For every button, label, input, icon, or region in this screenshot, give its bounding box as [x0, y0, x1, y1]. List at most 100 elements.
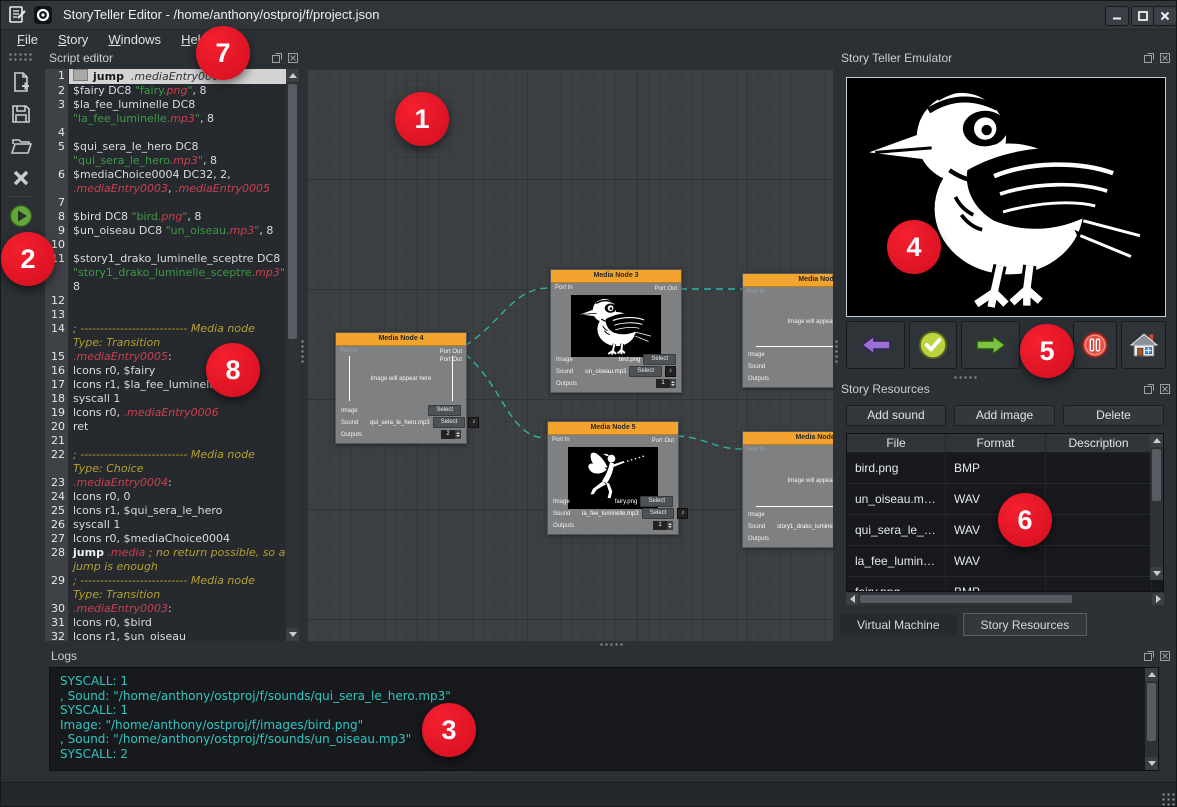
close-button[interactable] [1153, 6, 1177, 26]
port-in-label[interactable]: Port In [555, 285, 573, 291]
script-line[interactable]: 12 [45, 294, 286, 308]
scrollbar-thumb[interactable] [1147, 683, 1156, 741]
scroll-down-button[interactable] [286, 628, 299, 641]
scrollbar-thumb[interactable] [860, 595, 1072, 603]
spinner-arrows[interactable] [455, 430, 461, 439]
select-image-button[interactable]: Select [428, 405, 461, 416]
script-line[interactable]: 19lcons r0, .mediaEntry0006 [45, 406, 286, 420]
emulator-next-button[interactable] [961, 321, 1020, 369]
script-line[interactable]: 10 [45, 238, 286, 252]
script-line[interactable]: 29; --------------------------- Media no… [45, 574, 286, 602]
delete-button[interactable]: Delete [1063, 405, 1164, 426]
close-icon[interactable] [1159, 383, 1171, 395]
script-line[interactable]: 27lcons r0, $mediaChoice0004 [45, 532, 286, 546]
media-node[interactable]: Media Node 5Port InPort OutImagefairy.pn… [547, 421, 679, 535]
scroll-up-button[interactable] [1145, 668, 1158, 681]
emulator-previous-button[interactable] [846, 321, 905, 369]
port-in-label[interactable]: Port In [340, 348, 358, 354]
new-file-button[interactable] [7, 68, 35, 96]
float-icon[interactable] [271, 52, 283, 64]
script-line[interactable]: 20ret [45, 420, 286, 434]
float-icon[interactable] [1143, 52, 1155, 64]
script-line[interactable]: 22; --------------------------- Media no… [45, 448, 286, 476]
run-button[interactable] [7, 202, 35, 230]
select-sound-button[interactable]: Select [433, 417, 466, 428]
tab-story-resources[interactable]: Story Resources [963, 613, 1088, 636]
save-button[interactable] [7, 100, 35, 128]
script-line[interactable]: 5$qui_sera_le_hero DC8 "qui_sera_le_hero… [45, 140, 286, 168]
script-line[interactable]: 7 [45, 196, 286, 210]
media-node[interactable]: Media Node 6Port InImage will appear her… [742, 431, 833, 548]
script-line[interactable]: 26syscall 1 [45, 518, 286, 532]
emulator-validate-button[interactable] [909, 321, 957, 369]
script-line[interactable]: 2$fairy DC8 "fairy.png", 8 [45, 84, 286, 98]
media-node[interactable]: Media Node 3Port InPort OutImagebird.png… [550, 269, 682, 393]
port-in-label[interactable]: Port In [747, 447, 765, 453]
resources-hscrollbar[interactable] [846, 593, 1164, 605]
port-out-label[interactable]: Port Out [652, 437, 674, 445]
emulator-home-button[interactable] [1121, 321, 1166, 369]
vertical-splitter-left[interactable] [300, 339, 306, 365]
outputs-spinner[interactable]: 1 [653, 521, 673, 530]
script-line[interactable]: 18syscall 1 [45, 392, 286, 406]
tab-virtual-machine[interactable]: Virtual Machine [839, 613, 958, 636]
menu-bar[interactable]: FileStoryWindowsHelp [1, 30, 1177, 48]
media-node[interactable]: Media Node 4Port InPort OutPort OutImage… [335, 332, 467, 444]
spinner-arrows[interactable] [667, 521, 673, 530]
script-line[interactable]: 30.mediaEntry0003: [45, 602, 286, 616]
script-editor-scrollbar[interactable] [286, 69, 299, 641]
column-header[interactable]: Format [946, 434, 1046, 452]
script-line[interactable]: 6$mediaChoice0004 DC32, 2, .mediaEntry00… [45, 168, 286, 196]
script-line[interactable]: 11$story1_drako_luminelle_sceptre DC8 "s… [45, 252, 286, 294]
script-line[interactable]: 21 [45, 434, 286, 448]
column-header[interactable]: Description [1046, 434, 1152, 452]
media-node[interactable]: Media NodePort InImage will appear hereI… [742, 273, 833, 388]
table-row[interactable]: bird.pngBMP [847, 453, 1163, 484]
menu-windows[interactable]: Windows [98, 32, 171, 47]
scroll-up-button[interactable] [286, 69, 299, 82]
script-line[interactable]: 32lcons r1, $un_oiseau [45, 630, 286, 641]
close-icon[interactable] [287, 52, 299, 64]
logs-panel[interactable]: SYSCALL: 1, Sound: "/home/anthony/ostpro… [49, 667, 1159, 771]
script-line[interactable]: 3$la_fee_luminelle DC8 "la_fee_luminelle… [45, 98, 286, 126]
script-editor[interactable]: 1jump .mediaEntry00042$fairy DC8 "fairy.… [45, 69, 299, 641]
table-row[interactable]: fairy.pngBMP [847, 577, 1163, 592]
open-button[interactable] [7, 132, 35, 160]
port-out-label[interactable]: Port Out [655, 285, 677, 293]
toolbar-drag-handle[interactable] [8, 52, 34, 61]
select-image-button[interactable]: Select [640, 496, 673, 507]
select-sound-button[interactable]: Select [642, 508, 675, 519]
scrollbar-thumb[interactable] [1152, 449, 1161, 501]
spinner-arrows[interactable] [670, 379, 676, 388]
script-line[interactable]: 25lcons r1, $qui_sera_le_hero [45, 504, 286, 518]
scroll-down-button[interactable] [1150, 567, 1163, 580]
script-line[interactable]: 28jump .media ; no return possible, so a… [45, 546, 286, 574]
title-bar[interactable]: StoryTeller Editor - /home/anthony/ostpr… [1, 1, 1177, 30]
maximize-button[interactable] [1131, 6, 1155, 26]
sound-play-icon[interactable]: ♪ [677, 508, 688, 519]
script-line[interactable]: 23.mediaEntry0004: [45, 476, 286, 490]
port-in-label[interactable]: Port In [747, 289, 765, 295]
script-line[interactable]: 9$un_oiseau DC8 "un_oiseau.mp3", 8 [45, 224, 286, 238]
logs-scrollbar[interactable] [1145, 668, 1158, 770]
float-icon[interactable] [1143, 650, 1155, 662]
scroll-up-button[interactable] [1150, 434, 1163, 447]
add-image-button[interactable]: Add image [954, 405, 1055, 426]
port-out-label[interactable]: Port Out [440, 348, 462, 356]
menu-file[interactable]: File [7, 32, 48, 47]
float-icon[interactable] [1143, 383, 1155, 395]
select-sound-button[interactable]: Select [629, 366, 662, 377]
add-sound-button[interactable]: Add sound [846, 405, 946, 426]
vertical-splitter-right[interactable] [834, 339, 840, 365]
select-image-button[interactable]: Select [643, 354, 676, 365]
resources-vscrollbar[interactable] [1150, 434, 1163, 580]
scroll-left-button[interactable] [846, 593, 858, 605]
script-line[interactable]: 24lcons r0, 0 [45, 490, 286, 504]
port-in-label[interactable]: Port In [552, 437, 570, 443]
scroll-right-button[interactable] [1152, 593, 1164, 605]
script-line[interactable]: 8$bird DC8 "bird.png", 8 [45, 210, 286, 224]
clear-button[interactable] [7, 164, 35, 192]
minimize-button[interactable] [1105, 6, 1129, 26]
outputs-spinner[interactable]: 2 [441, 430, 461, 439]
column-header[interactable]: File [847, 434, 946, 452]
